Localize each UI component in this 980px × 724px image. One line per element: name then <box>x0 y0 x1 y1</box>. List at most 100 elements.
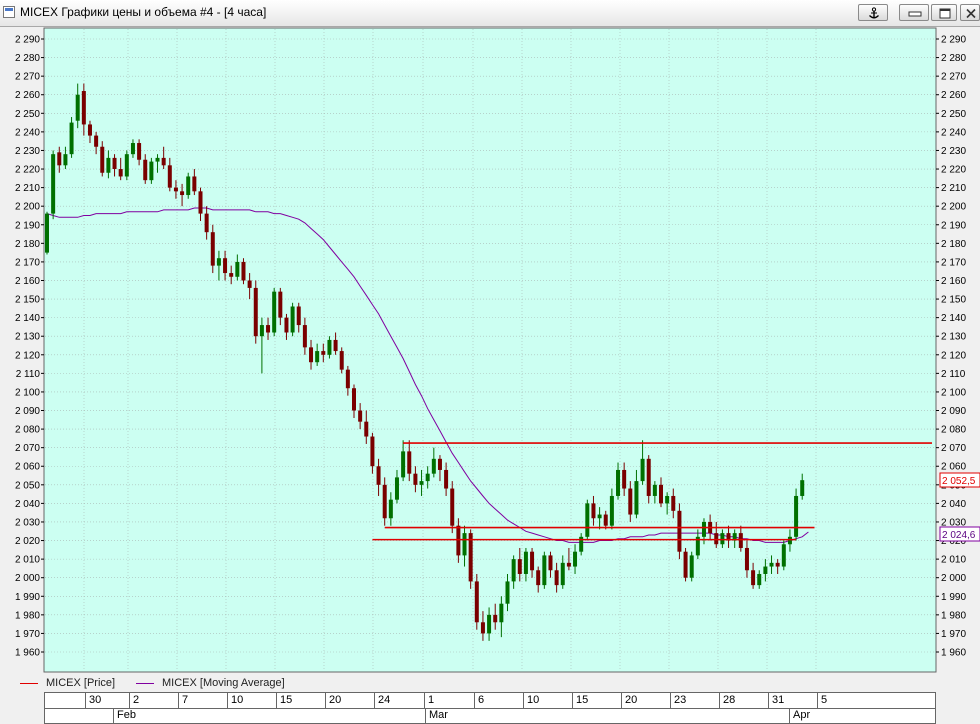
candle-body <box>597 514 602 519</box>
candle-body <box>554 570 559 586</box>
candle-body <box>118 169 123 177</box>
y-tick-label: 2 250 <box>941 109 966 120</box>
candle-body <box>659 484 663 504</box>
day-label: 5 <box>817 693 827 708</box>
candle-body <box>560 562 565 586</box>
candle-body <box>106 157 111 173</box>
candle-body <box>382 484 387 519</box>
candle-body <box>530 551 535 571</box>
y-tick-label: 2 190 <box>941 220 966 231</box>
price-chart[interactable]: 1 960 1 970 1 980 1 990 2 000 2 010 2 020 2 030… <box>0 0 980 724</box>
candle-body <box>720 533 725 545</box>
y-tick-label: 2 290 <box>15 35 40 46</box>
candle-body <box>757 573 762 586</box>
day-label: 24 <box>374 693 390 708</box>
candle-body <box>241 261 246 281</box>
candle-body <box>87 124 92 136</box>
candle-body <box>204 213 209 233</box>
month-label: Apr <box>789 708 810 723</box>
day-label: 10 <box>523 693 539 708</box>
candle <box>450 481 455 534</box>
y-tick-label: 2 040 <box>941 499 966 510</box>
candle <box>45 211 49 255</box>
day-label: 6 <box>474 693 484 708</box>
candle <box>474 573 479 630</box>
candle-body <box>769 562 774 567</box>
candle-body <box>609 495 614 526</box>
candle-body <box>744 547 749 571</box>
candle-body <box>173 187 178 192</box>
candle-body <box>628 488 633 515</box>
y-tick-label: 2 170 <box>15 257 40 268</box>
y-tick-label: 2 270 <box>941 72 966 83</box>
candle-body <box>210 232 215 266</box>
y-tick-label: 2 280 <box>15 53 40 64</box>
legend: MICEX [Price] MICEX [Moving Average] <box>0 674 980 692</box>
candle-body <box>781 544 786 567</box>
y-tick-label: 2 090 <box>941 406 966 417</box>
y-tick-label: 2 150 <box>15 295 40 306</box>
candle-body <box>616 469 621 496</box>
candle <box>241 258 246 285</box>
candle-body <box>180 191 185 196</box>
candle-body <box>278 291 283 318</box>
candle <box>677 503 682 560</box>
candle <box>542 551 547 589</box>
y-tick-label: 2 000 <box>15 573 40 584</box>
y-tick-label: 2 010 <box>15 555 40 566</box>
candle-body <box>437 458 442 470</box>
candle-body <box>425 473 430 482</box>
y-tick-label: 2 100 <box>941 387 966 398</box>
candle-body <box>223 258 228 274</box>
candle-body <box>51 154 56 214</box>
candle-body <box>358 410 363 422</box>
candle-body <box>634 481 639 515</box>
candle-body <box>216 258 221 266</box>
day-label: 20 <box>325 693 341 708</box>
candle <box>149 157 154 184</box>
candle-body <box>352 388 356 411</box>
candle <box>781 540 786 571</box>
candle <box>272 287 277 337</box>
candle-body <box>143 159 148 181</box>
y-tick-label: 2 130 <box>941 332 966 343</box>
candle-body <box>364 421 369 437</box>
y-tick-label: 1 970 <box>15 629 40 640</box>
y-tick-label: 2 140 <box>15 313 40 324</box>
candle-body <box>266 325 271 333</box>
y-tick-label: 2 200 <box>941 202 966 213</box>
candle-body <box>333 339 338 352</box>
candle-body <box>800 480 805 496</box>
legend-item-ma[interactable]: MICEX [Moving Average] <box>136 677 285 689</box>
candle-body <box>431 458 436 474</box>
month-label: Feb <box>113 708 136 723</box>
candle-body <box>450 488 455 526</box>
date-axis-days: 30 2 7 10 15 20 24 1 6 10 15 20 23 28 31… <box>45 693 935 709</box>
candle-body <box>137 143 142 160</box>
y-tick-label: 1 980 <box>941 610 966 621</box>
candle-body <box>315 351 320 363</box>
legend-item-price[interactable]: MICEX [Price] <box>20 677 115 689</box>
candle-body <box>566 562 571 567</box>
candle-body <box>652 484 657 496</box>
y-tick-label: 2 250 <box>15 109 40 120</box>
y-axis-left: 1 960 1 970 1 980 1 990 2 000 2 010 2 020 2 030… <box>15 35 44 659</box>
candle-body <box>677 510 682 552</box>
y-tick-label: 2 280 <box>941 53 966 64</box>
day-label: 28 <box>719 693 735 708</box>
y-tick-label: 2 260 <box>941 90 966 101</box>
candle-body <box>321 351 326 355</box>
candle <box>794 488 799 541</box>
candle-body <box>124 154 129 177</box>
y-tick-label: 2 040 <box>15 499 40 510</box>
y-tick-label: 2 080 <box>15 425 40 436</box>
candle-body <box>247 280 252 288</box>
candle <box>124 150 129 181</box>
candle-body <box>456 525 461 556</box>
candle-body <box>302 325 307 348</box>
y-tick-label: 2 180 <box>941 239 966 250</box>
y-tick-label: 2 150 <box>941 295 966 306</box>
candle-body <box>388 499 393 519</box>
candle-body <box>229 273 234 277</box>
candle-body <box>480 622 485 634</box>
